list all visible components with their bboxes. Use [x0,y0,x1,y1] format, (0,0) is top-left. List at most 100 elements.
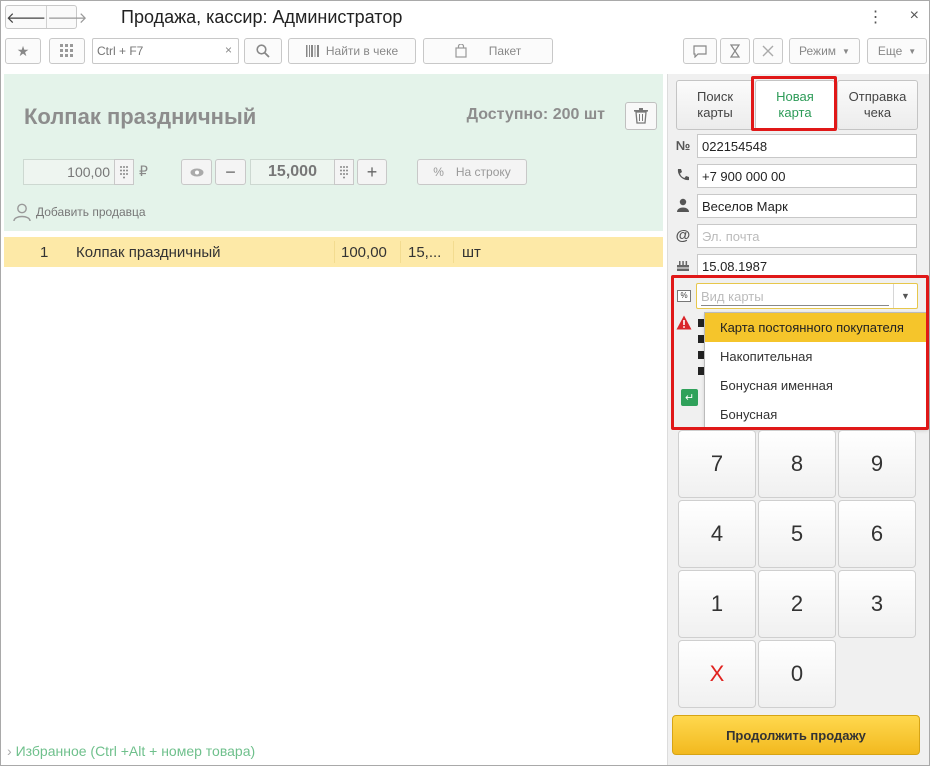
numpad-key-3[interactable]: 3 [838,570,916,638]
price-value: 100,00 [67,164,110,180]
package-button[interactable]: Пакет [423,38,553,64]
window-controls: ⋮ × [868,7,919,27]
send-receipt-tab[interactable]: Отправка чека [837,80,918,130]
app-window: 🡐 🡒 Продажа, кассир: Администратор ⋮ × ★… [0,0,930,766]
numpad-key-4[interactable]: 4 [678,500,756,568]
birthdate-row: 15.08.1987 [675,254,919,278]
find-in-receipt-label: Найти в чеке [325,44,399,58]
price-keypad-button[interactable] [114,159,134,185]
numpad-key-6[interactable]: 6 [838,500,916,568]
decrease-quantity-button[interactable]: − [215,159,246,185]
card-type-icon: % [677,290,691,302]
apply-card-button[interactable]: ↵ [681,389,698,406]
line-quantity: 15,... [408,244,442,261]
user-icon [13,203,31,222]
at-sign-icon: @ [675,226,691,244]
number-sign-icon: № [675,137,691,153]
numpad-key-2[interactable]: 2 [758,570,836,638]
numpad-key-1[interactable]: 1 [678,570,756,638]
keypad-icon [340,166,348,179]
arrow-left-icon: 🡐 [6,9,47,27]
defer-button[interactable] [720,38,750,64]
dropdown-option[interactable]: Бонусная [705,400,926,429]
email-row: @ Эл. почта [675,224,919,248]
enter-icon: ↵ [684,392,695,404]
discount-line-label: На строку [455,165,511,179]
toolbar: ★ × Найти в чеке Пакет Режим [1,38,929,66]
send-receipt-label-2: чека [863,105,892,120]
add-seller-link[interactable]: Добавить продавца [12,202,146,222]
column-divider [334,241,335,263]
clear-icon[interactable]: × [225,43,232,57]
search-input[interactable] [93,39,213,63]
numpad-key-9[interactable]: 9 [838,430,916,498]
numpad-key-0[interactable]: 0 [758,640,836,708]
quantity-field[interactable]: 15,000 [250,159,335,185]
increase-quantity-button[interactable]: + [357,159,387,185]
name-row: Веселов Марк [675,194,919,218]
discount-line-button[interactable]: % На строку [417,159,527,185]
caret-down-icon: ▼ [842,46,850,56]
line-number: 1 [40,244,49,261]
numpad-key-7[interactable]: 7 [678,430,756,498]
view-button[interactable] [181,159,212,185]
caret-down-icon: ▼ [908,46,917,56]
dropdown-option[interactable]: Накопительная [705,342,926,371]
hourglass-icon [730,44,740,58]
price-field[interactable]: 100,00 [23,159,115,185]
cake-icon [675,256,691,274]
card-number-input[interactable]: 022154548 [697,134,917,158]
line-name: Колпак праздничный [76,244,221,261]
line-unit: шт [462,244,481,261]
person-icon [675,196,691,214]
new-card-tab[interactable]: Новая карта [755,80,835,130]
grid-icon [60,44,73,57]
plus-icon: + [366,161,378,182]
email-input[interactable]: Эл. почта [697,224,917,248]
search-card-label-1: Поиск [696,89,734,104]
keypad-icon [120,166,128,179]
line-price: 100,00 [341,244,387,261]
package-label: Пакет [488,44,522,58]
find-in-receipt-button[interactable]: Найти в чеке [288,38,416,64]
caret-down-icon[interactable]: ▼ [893,284,917,308]
product-name: Колпак праздничный [24,104,257,129]
close-icon[interactable]: × [910,7,919,27]
continue-sale-button[interactable]: Продолжить продажу [672,715,920,755]
delete-button[interactable] [625,102,657,130]
back-button[interactable]: 🡐 [6,6,46,28]
percent-icon: % [433,165,444,179]
phone-input[interactable]: +7 900 000 00 [697,164,917,188]
name-input[interactable]: Веселов Марк [697,194,917,218]
dropdown-option[interactable]: Карта постоянного покупателя [705,313,926,342]
product-panel: Колпак праздничный Доступно: 200 шт 100,… [4,74,663,231]
numpad-clear-key[interactable]: X [678,640,756,708]
chevron-right-icon: › [7,743,12,759]
comment-button[interactable] [683,38,717,64]
comment-icon [693,44,707,58]
cancel-button[interactable] [753,38,783,64]
numpad-key-8[interactable]: 8 [758,430,836,498]
mode-dropdown[interactable]: Режим ▼ [789,38,860,64]
more-vertical-icon[interactable]: ⋮ [868,7,884,27]
dropdown-option[interactable]: Бонусная именная [705,371,926,400]
new-card-label-1: Новая [776,89,814,104]
more-label: Еще [877,44,903,58]
forward-button[interactable]: 🡒 [46,6,87,28]
column-divider [453,241,454,263]
search-button[interactable] [244,38,282,64]
eye-icon [190,168,203,176]
grid-button[interactable] [49,38,85,64]
card-type-select[interactable]: Вид карты ▼ [696,283,918,309]
table-row[interactable]: 1 Колпак праздничный 100,00 15,... шт [4,237,663,267]
search-card-tab[interactable]: Поиск карты [676,80,754,130]
nav-group: 🡐 🡒 [5,5,87,29]
currency-label: ₽ [139,163,148,179]
numpad-key-5[interactable]: 5 [758,500,836,568]
quantity-keypad-button[interactable] [334,159,354,185]
birthdate-input[interactable]: 15.08.1987 [697,254,917,278]
favorites-link[interactable]: › Избранное (Ctrl +Alt + номер товара) [7,743,255,759]
more-dropdown[interactable]: Еще ▼ [867,38,927,64]
favorites-button[interactable]: ★ [5,38,41,64]
trash-icon [634,108,648,124]
